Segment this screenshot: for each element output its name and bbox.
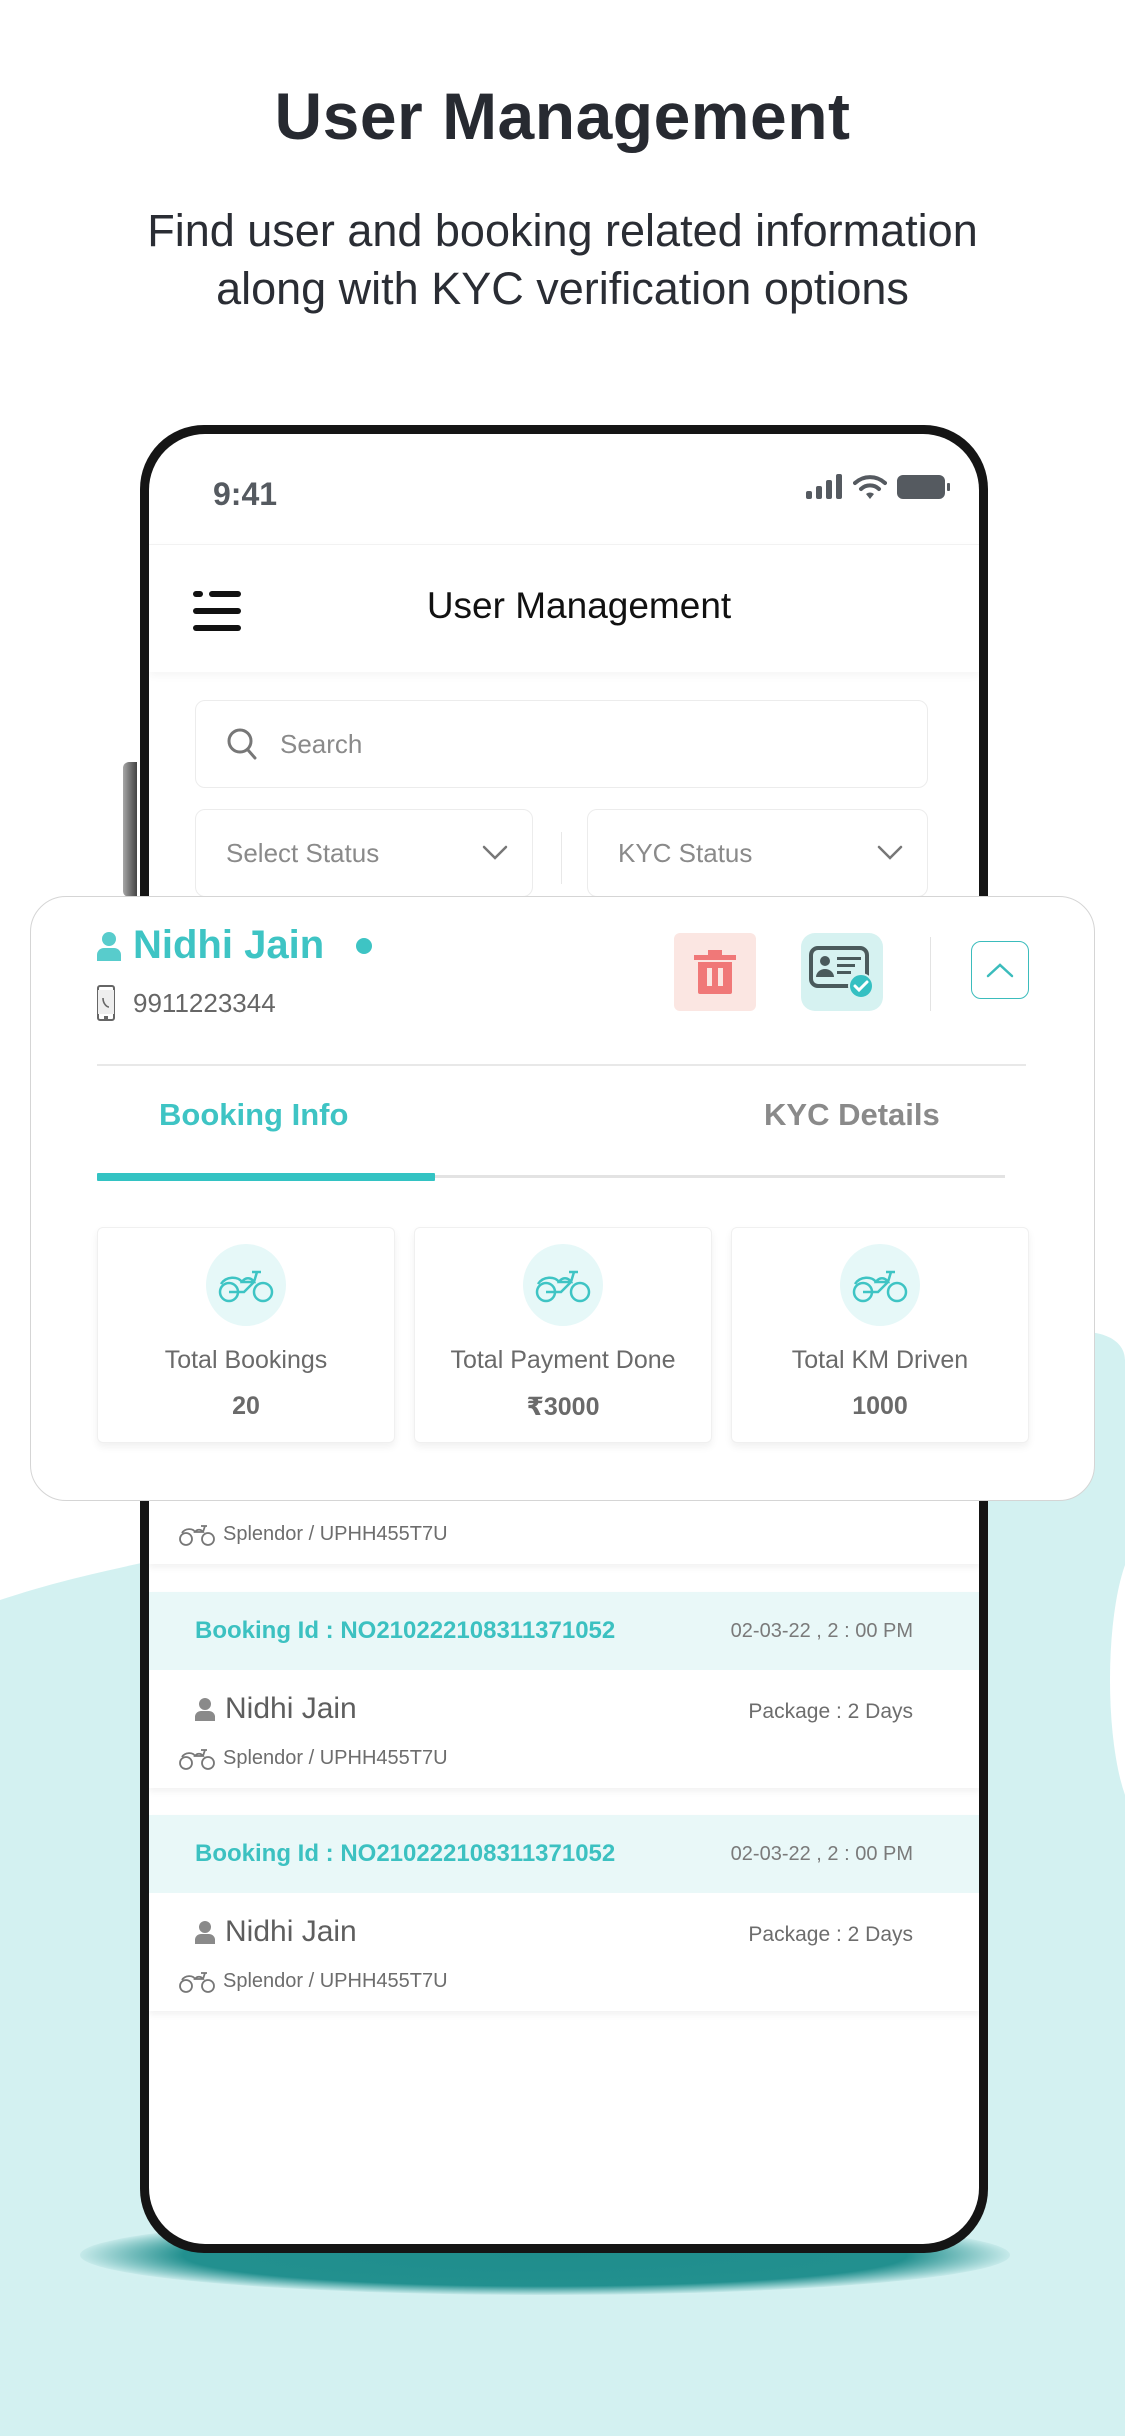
stat-icon-circle bbox=[523, 1244, 603, 1326]
booking-user-name: Nidhi Jain bbox=[225, 1692, 357, 1725]
stat-value: 1000 bbox=[852, 1392, 908, 1420]
tab-booking-info[interactable]: Booking Info bbox=[159, 1097, 348, 1133]
motorcycle-icon bbox=[852, 1270, 908, 1303]
booking-id: Booking Id : NO210222108311371052 bbox=[195, 1840, 616, 1867]
booking-datetime: 02-03-22 , 2 : 00 PM bbox=[730, 1619, 913, 1642]
action-divider bbox=[930, 937, 931, 1011]
motorcycle-icon bbox=[535, 1270, 591, 1303]
booking-package: Package : 2 Days bbox=[748, 1923, 913, 1946]
booking-package: Package : 2 Days bbox=[748, 1700, 913, 1723]
user-icon bbox=[195, 1921, 215, 1944]
tab-kyc-details[interactable]: KYC Details bbox=[764, 1097, 940, 1133]
phone-side-button bbox=[123, 762, 137, 897]
status-icons bbox=[805, 474, 951, 500]
booking-vehicle-text: Splendor / UPHH455T7U bbox=[223, 1746, 448, 1769]
booking-datetime: 02-03-22 , 2 : 00 PM bbox=[730, 1842, 913, 1865]
delete-icon bbox=[694, 950, 736, 994]
user-phone-number: 9911223344 bbox=[133, 987, 276, 1018]
booking-header: Booking Id : NO210222108311371052 02-03-… bbox=[149, 1592, 979, 1670]
chevron-down-icon bbox=[482, 845, 508, 860]
booking-vehicle-text: Splendor / UPHH455T7U bbox=[223, 1522, 448, 1545]
wifi-icon bbox=[853, 475, 887, 499]
kyc-verify-button[interactable] bbox=[801, 933, 883, 1011]
collapse-button[interactable] bbox=[971, 941, 1029, 999]
app-bar: User Management bbox=[149, 544, 979, 672]
active-tab-indicator bbox=[97, 1173, 435, 1181]
promo-subtitle: Find user and booking related informatio… bbox=[0, 202, 1125, 318]
select-status-dropdown[interactable]: Select Status bbox=[195, 809, 533, 897]
stat-icon-circle bbox=[206, 1244, 286, 1326]
stat-card-total-bookings: Total Bookings 20 bbox=[97, 1227, 395, 1443]
promo-subtitle-line-2: along with KYC verification options bbox=[216, 263, 909, 314]
booking-card[interactable]: Booking Id : NO210222108311371052 02-03-… bbox=[149, 1592, 979, 1788]
signal-icon bbox=[806, 474, 842, 499]
user-detail-card: Nidhi Jain 9911223344 Booking Info KYC D… bbox=[30, 896, 1095, 1501]
promo-subtitle-line-1: Find user and booking related informatio… bbox=[147, 205, 978, 256]
user-icon bbox=[97, 931, 121, 961]
booking-card[interactable]: Booking Id : NO210222108311371052 02-03-… bbox=[149, 1815, 979, 2011]
booking-user: Nidhi Jain bbox=[195, 1915, 357, 1949]
booking-body: Nidhi Jain Package : 2 Days Splendor / U… bbox=[149, 1670, 979, 1788]
promo-title: User Management bbox=[274, 79, 851, 153]
motorcycle-icon bbox=[218, 1270, 274, 1303]
motorcycle-icon bbox=[179, 1972, 215, 1993]
motorcycle-icon bbox=[179, 1525, 215, 1546]
stat-label: Total KM Driven bbox=[791, 1346, 969, 1374]
booking-user-name: Nidhi Jain bbox=[225, 1915, 357, 1948]
booking-header: Booking Id : NO210222108311371052 02-03-… bbox=[149, 1815, 979, 1893]
booking-vehicle: Splendor / UPHH455T7U bbox=[179, 1969, 448, 1993]
booking-id: Booking Id : NO210222108311371052 bbox=[195, 1617, 616, 1644]
booking-body: Nidhi Jain Package : 2 Days Splendor / U… bbox=[149, 1893, 979, 2011]
chevron-down-icon bbox=[877, 845, 903, 860]
kyc-status-label: KYC Status bbox=[618, 837, 753, 868]
stat-label: Total Bookings bbox=[164, 1346, 328, 1374]
status-bar: 9:41 bbox=[149, 434, 979, 544]
stat-value: ₹3000 bbox=[526, 1393, 600, 1421]
user-name: Nidhi Jain bbox=[133, 923, 325, 967]
status-time: 9:41 bbox=[213, 476, 278, 512]
app-title: User Management bbox=[426, 585, 732, 626]
online-status-dot bbox=[356, 937, 373, 954]
motorcycle-icon bbox=[179, 1749, 215, 1770]
stat-value: 20 bbox=[232, 1392, 260, 1420]
delete-user-button[interactable] bbox=[674, 933, 756, 1011]
card-divider bbox=[97, 1064, 1026, 1066]
filter-divider bbox=[561, 832, 562, 884]
kyc-verified-icon bbox=[809, 946, 874, 999]
booking-vehicle-text: Splendor / UPHH455T7U bbox=[223, 1969, 448, 1992]
search-icon bbox=[227, 728, 257, 760]
booking-vehicle: Splendor / UPHH455T7U bbox=[179, 1522, 448, 1546]
select-status-label: Select Status bbox=[226, 837, 380, 868]
user-icon bbox=[195, 1698, 215, 1721]
kyc-status-dropdown[interactable]: KYC Status bbox=[587, 809, 928, 897]
booking-vehicle: Splendor / UPHH455T7U bbox=[179, 1746, 448, 1770]
mobile-phone-icon bbox=[97, 985, 115, 1021]
booking-user: Nidhi Jain bbox=[195, 1692, 357, 1726]
stat-label: Total Payment Done bbox=[450, 1346, 676, 1374]
user-phone-row: 9911223344 bbox=[97, 985, 276, 1021]
stat-card-total-payment: Total Payment Done ₹3000 bbox=[414, 1227, 712, 1443]
stat-icon-circle bbox=[840, 1244, 920, 1326]
chevron-up-icon bbox=[986, 963, 1014, 978]
stat-card-total-km: Total KM Driven 1000 bbox=[731, 1227, 1029, 1443]
user-name-row: Nidhi Jain bbox=[97, 923, 373, 968]
search-input[interactable] bbox=[280, 728, 880, 760]
battery-icon bbox=[897, 475, 950, 499]
search-field[interactable] bbox=[195, 700, 928, 788]
